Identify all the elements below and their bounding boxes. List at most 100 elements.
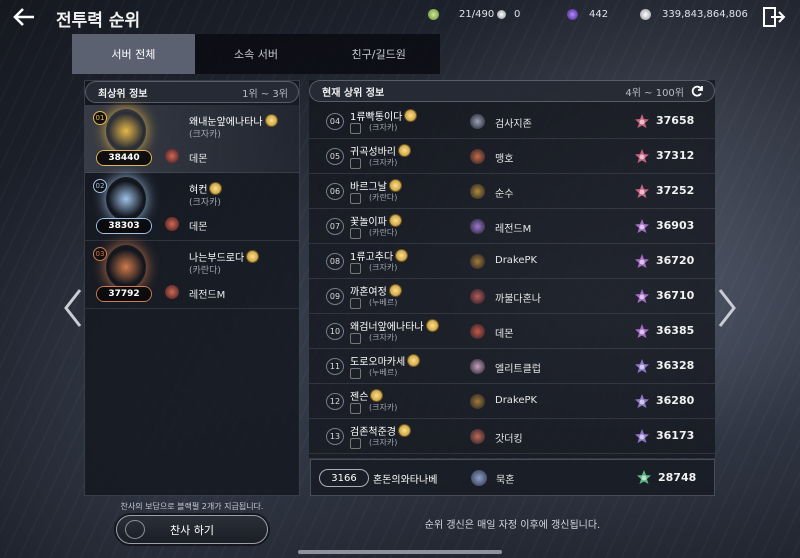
- medal-icon: [210, 183, 222, 194]
- guild-name: 데몬: [189, 222, 208, 233]
- guild-name: 레전드M: [189, 290, 226, 301]
- class-icon: [350, 123, 361, 134]
- power-value: 36328: [656, 359, 695, 372]
- top-bar: 전투력 순위 21/490 0 442 339,843,864,806: [0, 0, 800, 32]
- tab-my-server[interactable]: 소속 서버: [195, 34, 318, 74]
- top-rank-entry[interactable]: 01 38440 왜내눈앞에나타나 (크자카) 데몬: [85, 105, 299, 173]
- ranking-row[interactable]: 11 도로오마카세 (누베르) 엘리트클럽 36328: [309, 349, 715, 384]
- ranking-row[interactable]: 06 바르그날 (카란다) 순수 37252: [309, 174, 715, 209]
- server-name: (크자카): [369, 158, 398, 167]
- top-rank-entry[interactable]: 02 38303 혀컨 (크자카) 데몬: [85, 173, 299, 241]
- power-value: 38440: [97, 151, 151, 165]
- rank-number: 03: [93, 247, 107, 261]
- guild-name: 검사지존: [495, 119, 532, 130]
- medal-icon: [399, 145, 410, 156]
- medal-icon: [389, 285, 401, 296]
- player-name: 까혼여정: [350, 283, 401, 298]
- server-name: (카란다): [369, 228, 398, 237]
- guild-name: 데몬: [495, 329, 514, 340]
- guild-emblem-icon: [470, 429, 485, 444]
- power-value: 37252: [656, 184, 695, 197]
- guild-emblem-icon: [470, 359, 485, 374]
- server-name: (크자카): [189, 130, 221, 140]
- tab-friends-guild[interactable]: 친구/길드원: [317, 34, 440, 74]
- server-name: (누베르): [369, 298, 398, 307]
- page-title: 전투력 순위: [56, 11, 141, 31]
- class-icon: [350, 403, 361, 414]
- back-arrow-icon[interactable]: [8, 4, 44, 30]
- ranking-row[interactable]: 04 1류빡통이다 (크자카) 검사지존 37658: [309, 104, 715, 139]
- class-icon: [350, 438, 361, 449]
- guild-emblem-icon: [165, 217, 179, 231]
- player-name: 젠슨: [350, 388, 383, 403]
- tab-all-servers[interactable]: 서버 전체: [72, 34, 195, 74]
- refresh-icon[interactable]: [690, 84, 704, 98]
- rank-number: 04: [326, 113, 344, 130]
- top-ranking-panel: 최상위 정보 1위 ~ 3위 01 38440 왜내눈앞에나타나 (크자카) 데몬 02 3…: [84, 80, 300, 496]
- player-name: 왜내눈앞에나타나: [189, 113, 277, 128]
- guild-emblem-icon: [470, 184, 485, 199]
- medal-icon: [426, 320, 438, 331]
- rank-number: 12: [326, 393, 344, 410]
- ranking-row[interactable]: 13 검존척준경 (크자카) 갓더킹 36173: [309, 419, 715, 454]
- stamina-icon: [428, 9, 439, 20]
- server-name: (카란다): [369, 193, 398, 202]
- next-arrow-icon[interactable]: [714, 286, 740, 330]
- player-name: 귀곡성바리: [350, 143, 410, 158]
- ranking-row[interactable]: 08 1류고추다 (크자카) DrakePK 36720: [309, 244, 715, 279]
- cheer-button[interactable]: 찬사 하기: [116, 515, 268, 544]
- rank-number: 10: [326, 323, 344, 340]
- rank-tier-icon: [635, 289, 649, 303]
- player-name: 혀컨: [189, 181, 222, 196]
- current-ranking-panel: 현재 상위 정보 4위 ~ 100위 04 1류빡통이다 (크자카) 검사지존 3765…: [309, 80, 715, 458]
- guild-emblem-icon: [470, 219, 485, 234]
- purple-gem-counter: 442: [567, 9, 608, 20]
- medal-icon: [396, 250, 408, 261]
- server-name: (크자카): [369, 123, 398, 132]
- top-ranking-header: 최상위 정보 1위 ~ 3위: [85, 81, 299, 103]
- class-icon: [350, 228, 361, 239]
- reward-notice: 찬사의 보답으로 블랙펄 2개가 지급됩니다.: [120, 502, 264, 511]
- rank-badge: 03 37792: [93, 245, 155, 305]
- silver-coin-icon: [640, 9, 651, 20]
- ranking-row[interactable]: 09 까혼여정 (누베르) 까불다혼나 36710: [309, 279, 715, 314]
- guild-name: 레전드M: [495, 224, 532, 235]
- ranking-list[interactable]: 04 1류빡통이다 (크자카) 검사지존 37658 05 귀곡성바리 (크자카) 맹호 3731…: [309, 104, 715, 458]
- server-name: (크자카): [369, 438, 398, 447]
- ranking-row[interactable]: 12 젠슨 (크자카) DrakePK 36280: [309, 384, 715, 419]
- power-value: 38303: [97, 219, 151, 233]
- medal-icon: [265, 115, 277, 126]
- rank-tier-icon: [635, 254, 649, 268]
- rank-number: 09: [326, 288, 344, 305]
- medal-icon: [408, 355, 420, 366]
- my-rank-number: 3166: [319, 469, 369, 487]
- server-name: (크자카): [369, 263, 398, 272]
- guild-name: 순수: [495, 189, 514, 200]
- ranking-row[interactable]: 10 왜검너앞에나타나 (크자카) 데몬 36385: [309, 314, 715, 349]
- server-name: (누베르): [369, 368, 398, 377]
- ranking-row[interactable]: 07 꽃놀이파 (카란다) 레전드M 36903: [309, 209, 715, 244]
- rank-tier-icon: [635, 429, 649, 443]
- rank-tier-icon: [635, 149, 649, 163]
- power-value: 37792: [97, 287, 151, 301]
- prev-arrow-icon[interactable]: [60, 286, 86, 330]
- rank-number: 06: [326, 183, 344, 200]
- ranking-row[interactable]: 05 귀곡성바리 (크자카) 맹호 37312: [309, 139, 715, 174]
- rank-number: 13: [326, 428, 344, 445]
- rank-badge: 02 38303: [93, 177, 155, 237]
- rank-number: 07: [326, 218, 344, 235]
- class-icon: [350, 333, 361, 344]
- guild-emblem-icon: [470, 394, 485, 409]
- rank-tier-icon: [635, 394, 649, 408]
- player-name: 바르그날: [350, 178, 401, 193]
- top-rank-entry[interactable]: 03 37792 나는부드로다 (카란다) 레전드M: [85, 241, 299, 309]
- server-name: (카란다): [189, 266, 221, 276]
- class-icon: [350, 193, 361, 204]
- power-value: 37312: [656, 149, 695, 162]
- class-icon: [350, 263, 361, 274]
- exit-icon[interactable]: [762, 6, 786, 28]
- rank-tier-icon: [635, 114, 649, 128]
- rank-number: 05: [326, 148, 344, 165]
- guild-name: 맹호: [495, 154, 514, 165]
- pearl-icon: [497, 10, 506, 19]
